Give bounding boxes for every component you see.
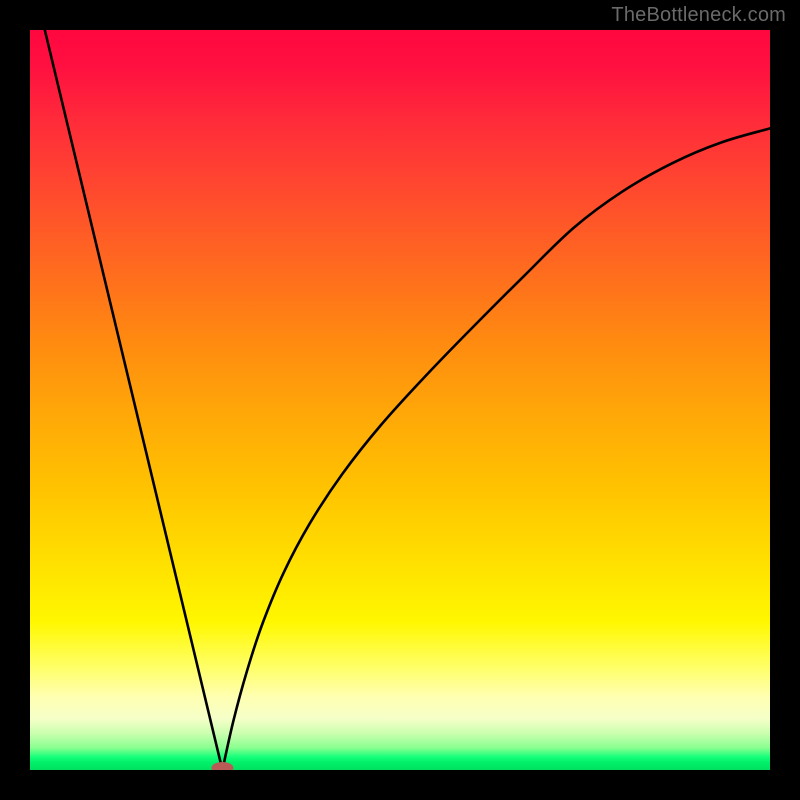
curve-right (222, 128, 770, 770)
watermark-text: TheBottleneck.com (611, 4, 786, 27)
curve-left (45, 30, 223, 770)
chart-frame: TheBottleneck.com (0, 0, 800, 800)
bottleneck-curve (30, 30, 770, 770)
marker-dot (211, 762, 233, 770)
plot-area (30, 30, 770, 770)
